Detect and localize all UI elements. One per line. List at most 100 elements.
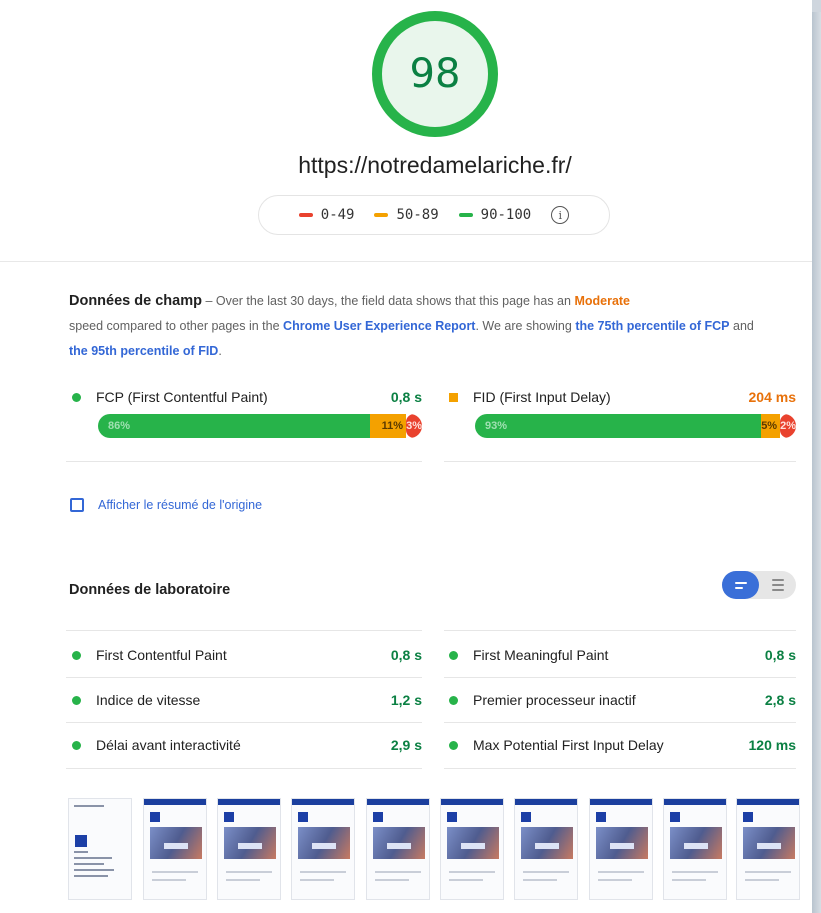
field-text-3: . We are showing xyxy=(475,319,572,333)
filmstrip-frame xyxy=(589,798,653,900)
lab-metric-value: 120 ms xyxy=(748,737,796,753)
fid-poor-segment: 2% xyxy=(780,414,796,438)
lab-metric-label: First Contentful Paint xyxy=(96,647,227,663)
frame-logo xyxy=(224,812,234,822)
compact-view-button[interactable] xyxy=(722,571,759,599)
frame-text-line xyxy=(152,879,186,881)
frame-text-line xyxy=(226,879,260,881)
frame-topbar xyxy=(590,799,652,805)
filmstrip-frame xyxy=(143,798,207,900)
lab-metric-value: 1,2 s xyxy=(390,692,422,708)
tested-url: https://notredamelariche.fr/ xyxy=(298,152,572,178)
legend-average-label: 50-89 xyxy=(396,207,439,223)
frame-text-line xyxy=(300,879,334,881)
frame-btn xyxy=(461,843,485,849)
frame-btn xyxy=(312,843,336,849)
frame-text-line xyxy=(375,871,421,873)
crux-link[interactable]: Chrome User Experience Report xyxy=(283,319,475,333)
frame-btn xyxy=(610,843,634,849)
compact-list-icon-line xyxy=(734,586,743,589)
title-dash: – xyxy=(205,294,213,308)
fcp-value: 0,8 s xyxy=(390,389,422,405)
frame-logo xyxy=(447,812,457,822)
frame-text-line xyxy=(745,879,779,881)
frame-text-line xyxy=(74,857,112,859)
good-dot-icon xyxy=(449,650,458,660)
lab-metric-fmp: First Meaningful Paint 0,8 s xyxy=(449,633,796,677)
frame-btn xyxy=(535,843,559,849)
frame-logo xyxy=(150,812,160,822)
fid-good-segment: 93% xyxy=(475,414,762,438)
frame-btn xyxy=(164,843,188,849)
lab-metric-value: 0,8 s xyxy=(764,647,796,663)
p75-fcp-link[interactable]: the 75th percentile of FCP xyxy=(575,319,729,333)
field-data-intro: Données de champ – Over the last 30 days… xyxy=(69,289,769,364)
frame-text-line xyxy=(74,875,108,877)
frame-topbar xyxy=(292,799,354,805)
field-and: and xyxy=(733,319,754,333)
origin-summary-label[interactable]: Afficher le résumé de l'origine xyxy=(98,498,262,512)
frame-topbar xyxy=(515,799,577,805)
fid-distribution-bar[interactable]: 93% 5% 2% xyxy=(475,414,796,438)
lab-metric-label: Premier processeur inactif xyxy=(473,692,636,708)
frame-text-line xyxy=(74,805,104,807)
frame-text-line xyxy=(449,879,483,881)
poor-swatch-icon xyxy=(298,213,313,217)
frame-text-line xyxy=(74,851,88,853)
frame-topbar xyxy=(367,799,429,805)
fid-average-segment: 5% xyxy=(761,414,781,438)
legend-poor: 0-49 xyxy=(298,207,354,223)
frame-text-line xyxy=(300,871,346,873)
filmstrip-frame xyxy=(514,798,578,900)
frame-text-line xyxy=(449,871,495,873)
lab-metric-value: 0,8 s xyxy=(390,647,422,663)
frame-btn xyxy=(387,843,411,849)
view-toggle[interactable] xyxy=(722,571,796,599)
filmstrip-frame xyxy=(440,798,504,900)
fcp-avg-pct: 11% xyxy=(381,420,404,432)
origin-summary-checkbox[interactable] xyxy=(70,498,84,512)
fid-value: 204 ms xyxy=(748,389,796,405)
lab-metric-label: Max Potential First Input Delay xyxy=(473,737,664,753)
section-divider xyxy=(0,261,812,262)
expanded-view-button[interactable] xyxy=(759,571,796,599)
frame-logo xyxy=(298,812,308,822)
good-dot-icon xyxy=(449,695,458,705)
lab-data-title: Données de laboratoire xyxy=(69,582,231,598)
field-metric-fid: FID (First Input Delay) 204 ms 93% 5% 2% xyxy=(449,384,796,438)
field-dot: . xyxy=(218,344,222,358)
frame-text-line xyxy=(523,871,569,873)
frame-logo xyxy=(596,812,606,822)
filmstrip-frame xyxy=(68,798,132,900)
good-dot-icon xyxy=(72,740,81,750)
lab-metric-label: First Meaningful Paint xyxy=(473,647,609,663)
expanded-list-icon xyxy=(771,579,784,581)
report-page: 98 https://notredamelariche.fr/ 0-49 50-… xyxy=(0,0,812,913)
p95-fid-link[interactable]: the 95th percentile of FID xyxy=(69,344,218,358)
frame-text-line xyxy=(523,879,557,881)
fid-bad-pct: 2% xyxy=(780,420,796,432)
info-icon[interactable]: i xyxy=(551,206,570,224)
fcp-bad-pct: 3% xyxy=(406,420,422,432)
fid-header: FID (First Input Delay) 204 ms xyxy=(449,384,796,410)
lab-divider xyxy=(66,630,422,631)
frame-text-line xyxy=(598,871,644,873)
origin-summary-toggle[interactable]: Afficher le résumé de l'origine xyxy=(70,498,262,512)
frame-topbar xyxy=(664,799,726,805)
field-data-title: Données de champ xyxy=(69,293,202,309)
average-swatch-icon xyxy=(374,213,389,217)
frame-text-line xyxy=(672,871,718,873)
lab-divider xyxy=(444,768,796,769)
fcp-distribution-bar[interactable]: 86% 11% 3% xyxy=(98,414,422,438)
frame-text-line xyxy=(74,863,104,865)
compact-list-icon xyxy=(734,581,747,584)
lab-metric-max-fid: Max Potential First Input Delay 120 ms xyxy=(449,723,796,767)
fid-avg-pct: 5% xyxy=(761,420,778,432)
frame-topbar xyxy=(441,799,503,805)
fcp-good-segment: 86% xyxy=(98,414,370,438)
window-edge xyxy=(812,0,821,913)
lab-metric-label: Indice de vitesse xyxy=(96,692,201,708)
moderate-label: Moderate xyxy=(574,294,631,308)
lab-metric-value: 2,9 s xyxy=(390,737,422,753)
frame-text-line xyxy=(745,871,791,873)
